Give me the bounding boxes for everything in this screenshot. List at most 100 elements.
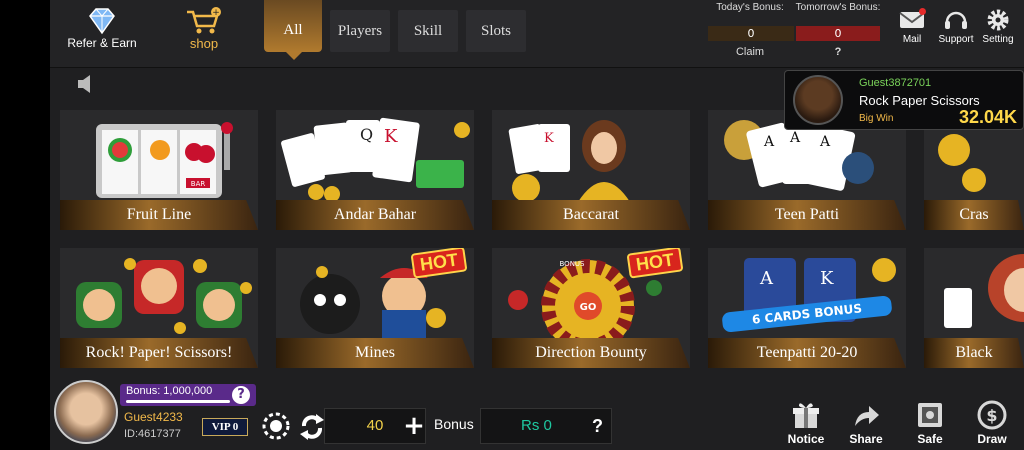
game-title: Andar Bahar xyxy=(276,200,474,230)
setting-label: Setting xyxy=(982,34,1014,45)
game-title: Black xyxy=(924,338,1024,368)
tomorrow-bonus-value: 0 xyxy=(796,26,880,41)
draw-button[interactable]: $ Draw xyxy=(968,400,1016,446)
game-card-andar-bahar[interactable]: Q K Andar Bahar xyxy=(276,110,474,230)
svg-text:K: K xyxy=(384,126,398,147)
game-title: Cras xyxy=(924,200,1024,230)
big-win-label: Big Win xyxy=(859,113,894,124)
mail-notification-dot xyxy=(919,8,926,15)
diamond-icon xyxy=(89,8,115,35)
svg-text:A: A xyxy=(819,134,831,150)
game-title: Direction Bounty xyxy=(492,338,690,368)
today-bonus-value: 0 xyxy=(708,26,794,41)
bonus-label: Bonus xyxy=(434,416,474,432)
rs-help-button[interactable]: ? xyxy=(592,409,603,443)
tomorrow-bonus-label: Tomorrow's Bonus: xyxy=(795,2,881,13)
refer-earn-label: Refer & Earn xyxy=(67,36,137,50)
shopping-cart-icon: + xyxy=(187,7,221,34)
support-button[interactable]: Support xyxy=(934,8,978,45)
vip-badge[interactable]: VIP 0 xyxy=(202,418,248,436)
cards-coins-image: Q K xyxy=(281,117,470,202)
game-card-fruit-line[interactable]: BAR Fruit Line xyxy=(60,110,258,230)
bar-text: BAR xyxy=(191,180,206,188)
game-title: Fruit Line xyxy=(60,200,258,230)
tab-all[interactable]: All xyxy=(264,0,322,60)
svg-text:A: A xyxy=(759,268,774,289)
game-title: Baccarat xyxy=(492,200,690,230)
tab-players[interactable]: Players xyxy=(330,10,390,52)
notice-label: Notice xyxy=(787,432,825,446)
game-card-rock-paper-scissors[interactable]: Rock! Paper! Scissors! xyxy=(60,248,258,368)
avatar[interactable] xyxy=(54,380,118,444)
bonus-pill[interactable]: Bonus: 1,000,000 ? xyxy=(120,384,256,406)
svg-text:Q: Q xyxy=(360,125,373,144)
speaker-icon[interactable] xyxy=(76,74,96,94)
refer-earn-button[interactable]: Refer & Earn xyxy=(62,6,142,50)
big-win-notification: Guest3872701 Rock Paper Scissors Big Win… xyxy=(784,70,1024,130)
safe-label: Safe xyxy=(917,432,943,446)
cards-bonus-image: A K 6 CARDS BONUS xyxy=(722,258,896,333)
dealer-image: K xyxy=(508,120,630,202)
svg-text:$: $ xyxy=(986,406,997,425)
svg-text:K: K xyxy=(820,268,834,289)
shop-label: shop xyxy=(189,36,219,51)
game-title: Teenpatti 20-20 xyxy=(708,338,906,368)
bottom-bar: Bonus: 1,000,000 ? Guest4233 ID:4617377 … xyxy=(50,380,1024,450)
guest-id: ID:4617377 xyxy=(124,428,181,440)
game-title: Mines xyxy=(276,338,474,368)
game-lobby: Refer & Earn + shop All Players Skill Sl… xyxy=(50,0,1024,450)
win-amount: 32.04K xyxy=(958,107,1017,127)
bonus-text: Bonus: 1,000,000 xyxy=(126,385,213,397)
mail-label: Mail xyxy=(902,34,922,45)
svg-text:A: A xyxy=(763,134,775,150)
draw-label: Draw xyxy=(977,432,1007,446)
slot-machine-image: BAR xyxy=(96,122,233,198)
gift-icon xyxy=(793,403,819,428)
winner-avatar xyxy=(793,75,843,125)
notice-button[interactable]: Notice xyxy=(782,400,830,446)
woman-cards-image xyxy=(944,254,1024,328)
tab-skill[interactable]: Skill xyxy=(398,10,458,52)
shop-button[interactable]: + shop xyxy=(176,6,232,51)
setting-button[interactable]: Setting xyxy=(976,8,1020,45)
mail-button[interactable]: Mail xyxy=(890,8,934,45)
support-icon xyxy=(945,11,967,29)
game-title: Rock! Paper! Scissors! xyxy=(60,338,258,368)
game-card-mines[interactable]: HOT Mines xyxy=(276,248,474,368)
claim-button[interactable]: Claim xyxy=(706,46,794,58)
daily-bonus-panel: Today's Bonus: Tomorrow's Bonus: 0 0 Cla… xyxy=(706,2,882,62)
share-button[interactable]: Share xyxy=(842,400,890,446)
gear-icon xyxy=(987,9,1009,31)
game-title: Teen Patti xyxy=(708,200,906,230)
svg-text:+: + xyxy=(212,8,220,18)
bonus-progress-bar xyxy=(126,400,230,403)
share-label: Share xyxy=(849,432,883,446)
rs-balance: Rs 0 ? xyxy=(480,408,612,444)
winner-game: Rock Paper Scissors xyxy=(859,93,980,108)
add-coins-button[interactable]: + xyxy=(402,408,426,444)
game-card-baccarat[interactable]: K Baccarat xyxy=(492,110,690,230)
guest-name: Guest4233 xyxy=(124,410,183,424)
svg-text:K: K xyxy=(544,131,554,146)
svg-text:A: A xyxy=(789,130,801,146)
bonus-help-button[interactable]: ? xyxy=(794,46,882,58)
left-bezel xyxy=(0,0,50,450)
dollar-coin-icon: $ xyxy=(977,400,1007,430)
hands-coins-image xyxy=(76,258,252,334)
share-icon xyxy=(855,406,879,426)
rs-value: Rs 0 xyxy=(521,417,552,434)
winner-name: Guest3872701 xyxy=(859,77,932,89)
bonus-help-button[interactable]: ? xyxy=(232,386,250,404)
top-bar: Refer & Earn + shop All Players Skill Sl… xyxy=(50,0,1024,68)
game-card-black[interactable]: Black xyxy=(924,248,1024,368)
chip-icon[interactable] xyxy=(262,412,290,440)
go-text: GO xyxy=(580,302,597,313)
today-bonus-label: Today's Bonus: xyxy=(716,2,784,13)
safe-icon xyxy=(918,403,942,427)
refresh-icon[interactable] xyxy=(298,410,326,442)
game-card-direction-bounty[interactable]: GO BONUS HOT Direction Bounty xyxy=(492,248,690,368)
game-card-teenpatti-20-20[interactable]: A K 6 CARDS BONUS Teenpatti 20-20 xyxy=(708,248,906,368)
support-label: Support xyxy=(938,34,974,45)
safe-button[interactable]: Safe xyxy=(906,400,954,446)
tab-slots[interactable]: Slots xyxy=(466,10,526,52)
